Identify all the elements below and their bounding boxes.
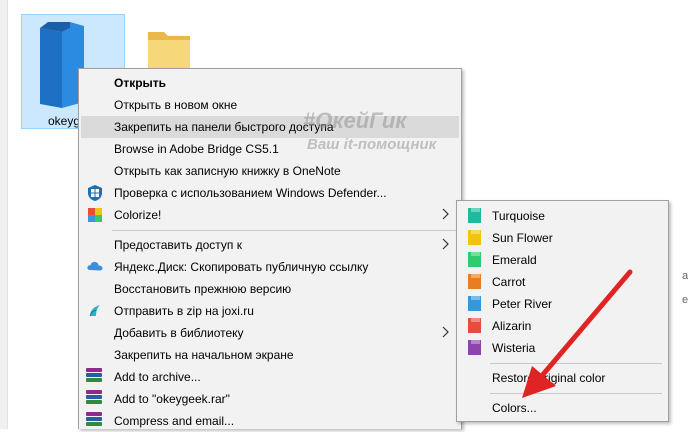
menu-item-give-access[interactable]: Предоставить доступ к	[81, 234, 459, 256]
menu-item-label: Добавить в библиотеку	[114, 326, 244, 340]
color-item-emerald[interactable]: Emerald	[459, 249, 666, 271]
color-item-label: Peter River	[492, 297, 553, 311]
chevron-right-icon	[442, 238, 449, 250]
restore-original-color-item[interactable]: Restore original color	[459, 367, 666, 389]
navigation-pane-edge	[0, 0, 8, 429]
menu-item-restore-version[interactable]: Восстановить прежнюю версию	[81, 278, 459, 300]
color-item-label: Turquoise	[492, 209, 545, 223]
colorize-submenu: Turquoise Sun Flower Emerald Carrot Pete…	[456, 200, 669, 422]
folder-name-label[interactable]: okeyg	[48, 114, 80, 128]
folder-color-swatch-icon	[468, 252, 481, 267]
color-item-label: Wisteria	[492, 341, 536, 355]
color-item-peter-river[interactable]: Peter River	[459, 293, 666, 315]
color-item-wisteria[interactable]: Wisteria	[459, 337, 666, 359]
menu-item-add-to-rar[interactable]: Add to "okeygeek.rar"	[81, 388, 459, 410]
menu-item-label: Browse in Adobe Bridge CS5.1	[114, 142, 279, 156]
color-item-turquoise[interactable]: Turquoise	[459, 205, 666, 227]
chevron-right-icon	[442, 326, 449, 338]
cut-off-text: a	[682, 270, 689, 282]
folder-color-swatch-icon	[468, 296, 481, 311]
menu-item-label: Отправить в zip на joxi.ru	[114, 304, 254, 318]
menu-item-add-to-archive[interactable]: Add to archive...	[81, 366, 459, 388]
color-item-label: Emerald	[492, 253, 537, 267]
yandex-disk-icon	[87, 261, 103, 271]
menu-item-label: Compress and email...	[114, 414, 235, 428]
folder-color-swatch-icon	[468, 230, 481, 245]
color-item-label: Sun Flower	[492, 231, 553, 245]
chevron-right-icon	[442, 208, 449, 220]
colorize-icon	[88, 208, 102, 222]
color-item-alizarin[interactable]: Alizarin	[459, 315, 666, 337]
menu-item-yandex-disk[interactable]: Яндекс.Диск: Скопировать публичную ссылк…	[81, 256, 459, 278]
watermark-subtitle: Ваш it-помощник	[307, 136, 437, 153]
color-item-sun-flower[interactable]: Sun Flower	[459, 227, 666, 249]
menu-item-label: Открыть как записную книжку в OneNote	[114, 164, 341, 178]
colors-dialog-item[interactable]: Colors...	[459, 397, 666, 419]
menu-item-colorize[interactable]: Colorize!	[81, 204, 459, 226]
color-item-label: Carrot	[492, 275, 526, 289]
watermark: #ОкейГик Ваш it-помощник	[303, 108, 436, 153]
menu-item-open[interactable]: Открыть	[81, 72, 459, 94]
menu-item-label: Восстановить прежнюю версию	[114, 282, 292, 296]
menu-item-label: Закрепить на панели быстрого доступа	[114, 120, 334, 134]
menu-item-add-to-library[interactable]: Добавить в библиотеку	[81, 322, 459, 344]
winrar-icon	[86, 368, 102, 386]
cut-off-text: e	[682, 294, 689, 306]
color-item-label: Alizarin	[492, 319, 532, 333]
submenu-separator	[490, 393, 662, 394]
submenu-separator	[490, 363, 662, 364]
folder-color-swatch-icon	[468, 208, 481, 223]
windows-defender-icon	[88, 185, 102, 201]
menu-separator	[112, 230, 457, 231]
menu-item-label: Закрепить на начальном экране	[114, 348, 294, 362]
menu-item-label: Add to "okeygeek.rar"	[114, 392, 230, 406]
menu-item-label: Предоставить доступ к	[114, 238, 242, 252]
restore-label: Restore original color	[492, 371, 606, 385]
yellow-folder-icon[interactable]	[146, 24, 192, 74]
folder-color-swatch-icon	[468, 318, 481, 333]
menu-item-label: Add to archive...	[114, 370, 201, 384]
menu-item-joxi[interactable]: Отправить в zip на joxi.ru	[81, 300, 459, 322]
joxi-icon	[89, 305, 100, 317]
winrar-icon	[86, 412, 102, 430]
folder-color-swatch-icon	[468, 274, 481, 289]
watermark-title: #ОкейГик	[303, 108, 407, 133]
colors-label: Colors...	[492, 401, 537, 415]
folder-color-swatch-icon	[468, 340, 481, 355]
menu-item-windows-defender[interactable]: Проверка с использованием Windows Defend…	[81, 182, 459, 204]
winrar-icon	[86, 390, 102, 408]
menu-item-pin-start[interactable]: Закрепить на начальном экране	[81, 344, 459, 366]
menu-item-label: Яндекс.Диск: Скопировать публичную ссылк…	[114, 260, 369, 274]
menu-item-label: Открыть	[114, 76, 167, 90]
menu-item-label: Проверка с использованием Windows Defend…	[114, 186, 387, 200]
menu-item-label: Colorize!	[114, 208, 162, 222]
color-item-carrot[interactable]: Carrot	[459, 271, 666, 293]
menu-item-label: Открыть в новом окне	[114, 98, 238, 112]
menu-item-onenote[interactable]: Открыть как записную книжку в OneNote	[81, 160, 459, 182]
